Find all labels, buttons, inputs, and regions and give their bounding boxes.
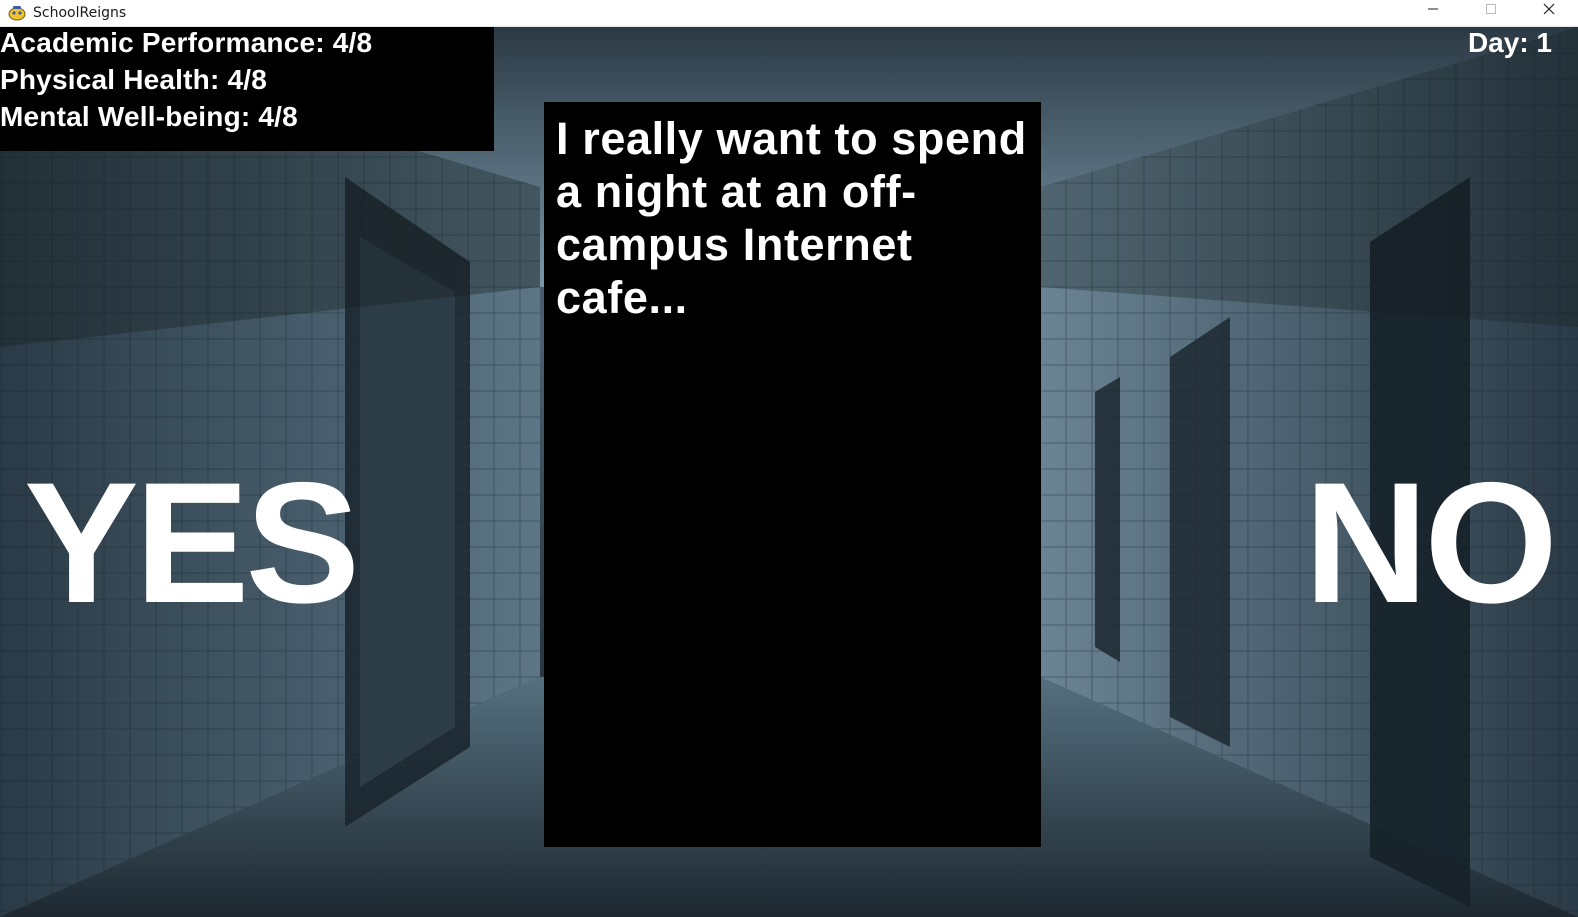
game-controller-icon	[8, 4, 26, 22]
window-title: SchoolReigns	[33, 5, 127, 21]
game-scene[interactable]: Academic Performance: 4/8 Physical Healt…	[0, 27, 1578, 917]
game-window: SchoolReigns Academic Performance: 4/8 P…	[0, 0, 1578, 917]
yes-choice-button[interactable]: YES	[24, 457, 360, 629]
close-icon[interactable]	[1520, 0, 1578, 17]
physical-health-stat: Physical Health: 4/8	[0, 64, 268, 95]
stats-panel: Academic Performance: 4/8 Physical Healt…	[0, 27, 494, 151]
event-card-text: I really want to spend a night at an off…	[556, 113, 1027, 323]
window-controls	[1404, 0, 1578, 27]
no-choice-button[interactable]: NO	[1304, 457, 1558, 629]
day-counter: Day: 1	[1467, 27, 1552, 58]
title-bar[interactable]: SchoolReigns	[0, 0, 1578, 27]
maximize-icon[interactable]	[1462, 0, 1520, 17]
minimize-icon[interactable]	[1404, 0, 1462, 17]
event-card[interactable]: I really want to spend a night at an off…	[544, 102, 1041, 847]
academic-performance-stat: Academic Performance: 4/8	[0, 27, 373, 58]
mental-wellbeing-stat: Mental Well-being: 4/8	[0, 101, 298, 132]
